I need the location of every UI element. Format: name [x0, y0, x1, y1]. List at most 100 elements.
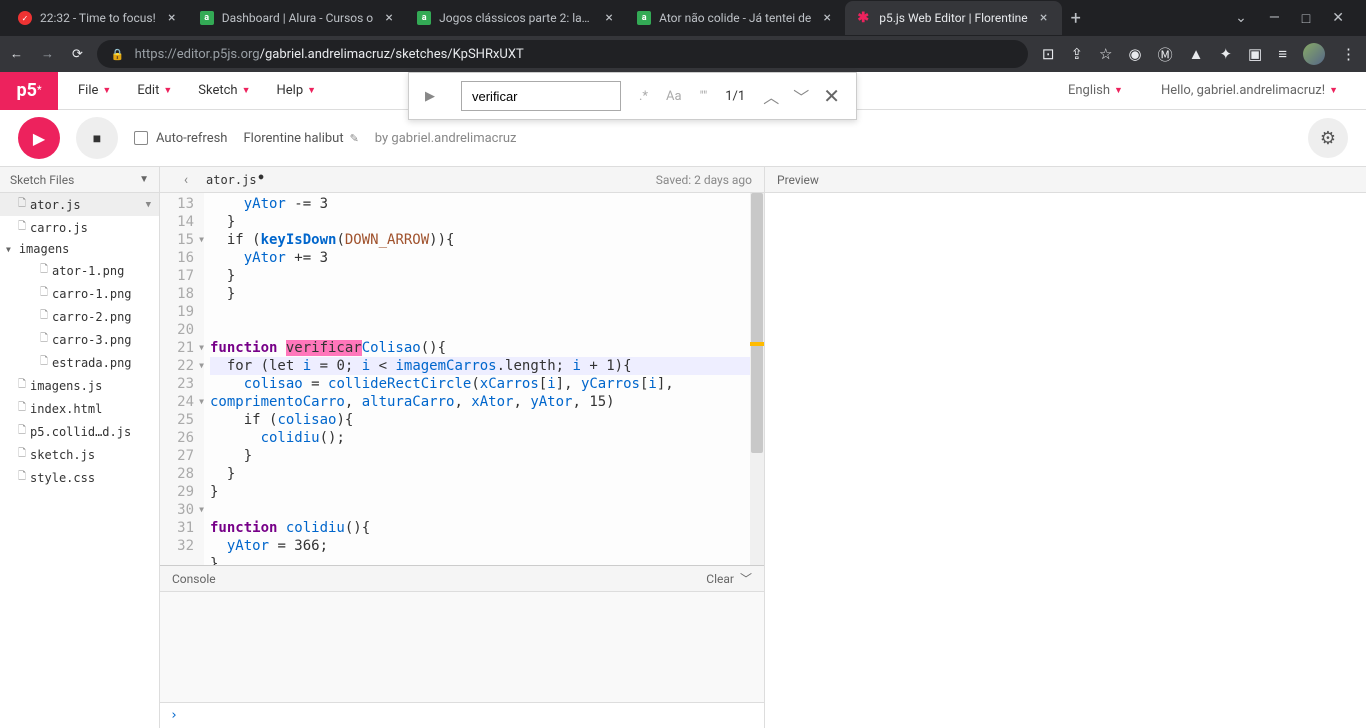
extensions-icon[interactable]: ✦	[1219, 45, 1232, 63]
line-number[interactable]: 18	[160, 285, 202, 303]
find-input[interactable]	[461, 81, 621, 111]
line-number[interactable]: 32	[160, 537, 202, 555]
menu-sketch[interactable]: Sketch▼	[188, 77, 260, 104]
console-input[interactable]: ›	[160, 702, 764, 728]
menu-edit[interactable]: Edit▼	[127, 77, 182, 104]
clock-icon: ✓	[18, 11, 32, 25]
play-icon[interactable]: ▶	[425, 89, 435, 104]
user-menu[interactable]: Hello, gabriel.andrelimacruz!▼	[1151, 77, 1348, 104]
run-button[interactable]: ▶	[18, 117, 60, 159]
line-number[interactable]: 13	[160, 195, 202, 213]
line-number[interactable]: 20	[160, 321, 202, 339]
language-menu[interactable]: English▼	[1058, 77, 1133, 104]
line-number[interactable]: 30	[160, 501, 202, 519]
file-icon: 🗋	[40, 308, 48, 325]
checkbox-icon[interactable]	[134, 131, 148, 145]
reading-list-icon[interactable]: ≡	[1278, 45, 1287, 63]
sketch-name[interactable]: Florentine halibut✎	[243, 131, 358, 146]
close-icon[interactable]: ×	[381, 10, 397, 26]
share-icon[interactable]: ⇪	[1070, 45, 1083, 63]
kebab-icon[interactable]: ⋮	[1341, 45, 1356, 63]
new-tab-button[interactable]: +	[1062, 8, 1090, 29]
folder-item[interactable]: imagens	[0, 239, 159, 259]
url-input[interactable]: 🔒 https://editor.p5js.org/gabriel.andrel…	[97, 40, 1028, 68]
cast-icon[interactable]: ▣	[1248, 45, 1262, 63]
file-item[interactable]: 🗋ator.js▼	[0, 193, 159, 216]
line-number[interactable]: 15	[160, 231, 202, 249]
scrollbar[interactable]	[750, 193, 764, 565]
line-number[interactable]: 16	[160, 249, 202, 267]
regex-toggle[interactable]: .*	[639, 89, 648, 104]
line-number[interactable]: 27	[160, 447, 202, 465]
find-bar: ▶ .* Aa "" 1/1 ︿ ﹀ ✕	[408, 72, 857, 120]
tab-ator[interactable]: a Ator não colide - Já tentei de ×	[627, 1, 845, 35]
line-number[interactable]: 26	[160, 429, 202, 447]
menu-file[interactable]: File▼	[68, 77, 121, 104]
whole-word-toggle[interactable]: ""	[700, 89, 708, 104]
ext-icon-1[interactable]: ◉	[1129, 45, 1142, 63]
chevron-down-icon[interactable]: ▼	[146, 200, 151, 210]
line-number[interactable]: 24	[160, 393, 202, 411]
maximize-icon[interactable]: □	[1302, 10, 1310, 27]
find-prev-icon[interactable]: ︿	[763, 84, 779, 108]
file-item[interactable]: 🗋imagens.js	[0, 374, 159, 397]
settings-button[interactable]: ⚙	[1308, 118, 1348, 158]
reload-icon[interactable]: ⟳	[72, 47, 83, 62]
scroll-thumb[interactable]	[751, 193, 763, 453]
file-item[interactable]: 🗋sketch.js	[0, 443, 159, 466]
edit-icon[interactable]: ✎	[350, 132, 359, 145]
find-close-icon[interactable]: ✕	[823, 84, 840, 108]
ext-icon-3[interactable]: ▲	[1189, 45, 1204, 63]
close-window-icon[interactable]: ✕	[1332, 10, 1344, 27]
tab-p5editor[interactable]: ✱ p5.js Web Editor | Florentine ×	[845, 1, 1061, 35]
close-icon[interactable]: ×	[164, 10, 180, 26]
close-icon[interactable]: ×	[1036, 10, 1052, 26]
chevron-down-icon[interactable]: ﹀	[740, 570, 752, 587]
stop-button[interactable]: ■	[76, 117, 118, 159]
file-item[interactable]: 🗋p5.collid…d.js	[0, 420, 159, 443]
line-number[interactable]: 19	[160, 303, 202, 321]
find-next-icon[interactable]: ﹀	[793, 84, 809, 108]
file-item[interactable]: 🗋index.html	[0, 397, 159, 420]
collapse-sidebar-icon[interactable]: ‹	[172, 172, 200, 188]
p5-logo[interactable]: p5*	[0, 72, 58, 110]
file-item[interactable]: 🗋carro.js	[0, 216, 159, 239]
file-item[interactable]: 🗋carro-2.png	[0, 305, 159, 328]
file-item[interactable]: 🗋style.css	[0, 466, 159, 489]
p5-menubar: p5* File▼ Edit▼ Sketch▼ Help▼ English▼ H…	[0, 72, 1366, 110]
console-title: Console	[172, 572, 216, 586]
line-number[interactable]: 31	[160, 519, 202, 537]
close-icon[interactable]: ×	[601, 10, 617, 26]
file-item[interactable]: 🗋estrada.png	[0, 351, 159, 374]
line-number[interactable]: 23	[160, 375, 202, 393]
line-number[interactable]: 17	[160, 267, 202, 285]
console-clear-button[interactable]: Clear ﹀	[706, 570, 752, 587]
star-icon[interactable]: ☆	[1099, 45, 1112, 63]
line-number[interactable]: 22	[160, 357, 202, 375]
tab-alura-dashboard[interactable]: a Dashboard | Alura - Cursos o ×	[190, 1, 407, 35]
file-item[interactable]: 🗋carro-1.png	[0, 282, 159, 305]
back-icon[interactable]: ←	[10, 46, 23, 62]
close-icon[interactable]: ×	[819, 10, 835, 26]
minimize-icon[interactable]: —	[1269, 10, 1280, 27]
address-bar: ← → ⟳ 🔒 https://editor.p5js.org/gabriel.…	[0, 36, 1366, 72]
translate-icon[interactable]: ⊡	[1042, 45, 1055, 63]
case-toggle[interactable]: Aa	[666, 89, 682, 104]
chevron-down-icon[interactable]: ⌄	[1235, 10, 1247, 27]
menu-help[interactable]: Help▼	[266, 77, 326, 104]
line-number[interactable]: 28	[160, 465, 202, 483]
tab-focus[interactable]: ✓ 22:32 - Time to focus! ×	[8, 1, 190, 35]
ext-icon-2[interactable]: Ⓜ	[1158, 44, 1173, 65]
tab-jogos[interactable]: a Jogos clássicos parte 2: laços ×	[407, 1, 627, 35]
file-item[interactable]: 🗋carro-3.png	[0, 328, 159, 351]
line-number[interactable]: 29	[160, 483, 202, 501]
auto-refresh-toggle[interactable]: Auto-refresh	[134, 131, 227, 146]
profile-avatar[interactable]	[1303, 43, 1325, 65]
file-item[interactable]: 🗋ator-1.png	[0, 259, 159, 282]
line-number[interactable]: 21	[160, 339, 202, 357]
line-number[interactable]: 14	[160, 213, 202, 231]
chevron-down-icon[interactable]: ▼	[139, 174, 149, 185]
line-number[interactable]: 25	[160, 411, 202, 429]
code-editor[interactable]: 1314151617181920212223242526272829303132…	[160, 193, 764, 565]
sidebar-header[interactable]: Sketch Files ▼	[0, 167, 159, 193]
